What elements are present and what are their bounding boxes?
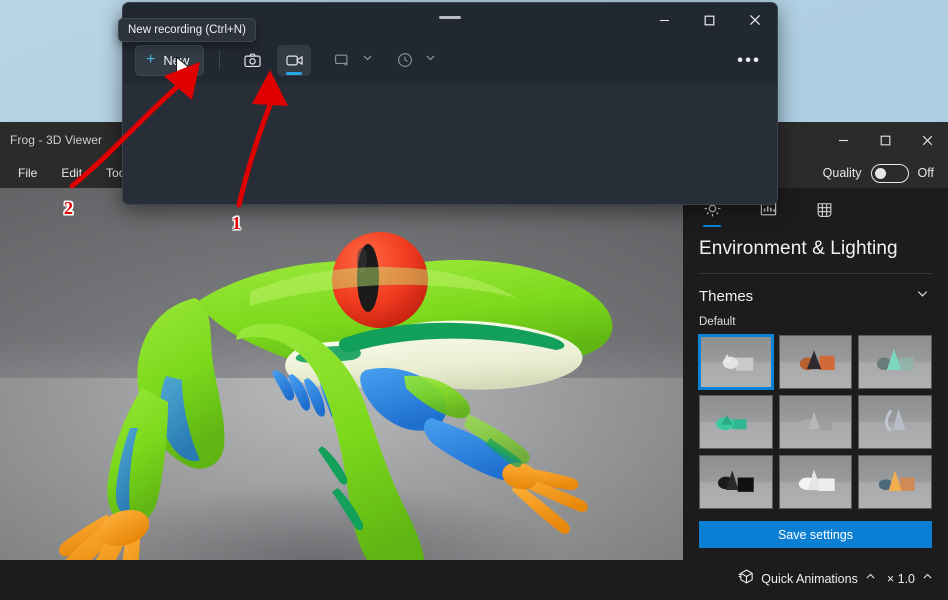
theme-thumb-5[interactable] bbox=[778, 395, 853, 449]
quality-toggle[interactable] bbox=[870, 163, 909, 183]
theme-thumb-8-scene bbox=[779, 456, 852, 508]
theme-thumb-5-scene bbox=[779, 396, 852, 448]
viewer-bottom-bar: Quick Animations × 1.0 bbox=[683, 558, 948, 600]
3d-canvas-bottom-bar bbox=[0, 560, 683, 600]
themes-label: Themes bbox=[699, 287, 754, 305]
frog-model bbox=[52, 232, 613, 600]
see-more-button[interactable]: ••• bbox=[737, 52, 761, 69]
camera-icon bbox=[244, 53, 261, 67]
mouse-cursor bbox=[175, 56, 191, 78]
theme-thumb-4-shapes bbox=[716, 414, 747, 431]
3d-viewer-maximize-button[interactable] bbox=[864, 122, 906, 158]
3d-viewer-body: Environment & Lighting Themes Default Sa… bbox=[0, 188, 948, 600]
theme-thumb-9-scene bbox=[859, 456, 931, 508]
theme-thumb-9-shapes bbox=[879, 470, 915, 491]
theme-thumb-6-scene bbox=[859, 396, 931, 448]
save-settings-button[interactable]: Save settings bbox=[699, 521, 932, 548]
snipping-tool-canvas bbox=[123, 83, 777, 204]
tab-mesh[interactable] bbox=[809, 193, 839, 223]
themes-section-header[interactable]: Themes bbox=[683, 274, 948, 314]
theme-thumb-8-shapes bbox=[798, 469, 835, 491]
delay-chevron-down-icon[interactable] bbox=[424, 51, 437, 69]
plus-icon: + bbox=[146, 51, 156, 68]
theme-thumb-2[interactable] bbox=[778, 335, 853, 389]
screen-root: Frog - 3D Viewer File Edit Tools Quality bbox=[0, 0, 948, 600]
theme-thumb-2-scene bbox=[779, 336, 852, 388]
theme-thumb-1[interactable] bbox=[698, 334, 774, 390]
animation-speed-label: × 1.0 bbox=[886, 572, 915, 586]
shape-chevron-down-icon[interactable] bbox=[361, 51, 374, 69]
quick-animations-chevron-up-icon[interactable] bbox=[864, 570, 877, 588]
animation-speed-control[interactable]: × 1.0 bbox=[887, 570, 934, 588]
animation-speed-chevron-up-icon[interactable] bbox=[921, 570, 934, 588]
3d-viewer-title: Frog - 3D Viewer bbox=[10, 133, 103, 147]
snip-shape-selector[interactable] bbox=[325, 45, 374, 76]
snip-maximize-button[interactable] bbox=[687, 3, 732, 37]
snipping-tool-toolbar: + New bbox=[123, 37, 777, 83]
quality-control-group: Quality Off bbox=[823, 158, 948, 188]
quality-label: Quality bbox=[822, 166, 862, 180]
theme-thumb-8[interactable] bbox=[778, 455, 853, 509]
quick-animations-label: Quick Animations bbox=[761, 572, 858, 586]
3d-viewer-close-button[interactable] bbox=[906, 122, 948, 158]
theme-thumb-2-shapes bbox=[799, 350, 835, 371]
themes-group-label: Default bbox=[699, 316, 736, 328]
menu-edit[interactable]: Edit bbox=[51, 162, 92, 184]
grid-mesh-icon bbox=[817, 202, 831, 217]
theme-thumb-6[interactable] bbox=[858, 395, 932, 449]
snip-minimize-button[interactable] bbox=[642, 3, 687, 37]
theme-thumb-3-shapes bbox=[877, 348, 914, 371]
menu-file[interactable]: File bbox=[8, 162, 47, 184]
clock-icon-wrap[interactable] bbox=[388, 45, 422, 76]
theme-thumb-7-shapes bbox=[717, 470, 754, 492]
theme-thumb-4[interactable] bbox=[699, 395, 773, 449]
snip-delay-selector[interactable] bbox=[388, 45, 437, 76]
theme-thumb-3-scene bbox=[859, 336, 931, 388]
properties-panel: Environment & Lighting Themes Default Sa… bbox=[683, 188, 948, 600]
quality-toggle-state: Off bbox=[917, 166, 934, 180]
theme-thumb-6-shapes bbox=[885, 408, 906, 432]
3d-viewer-minimize-button[interactable] bbox=[822, 122, 864, 158]
theme-thumb-7[interactable] bbox=[699, 455, 773, 509]
toolbar-separator bbox=[219, 50, 221, 70]
clock-icon bbox=[398, 53, 413, 67]
theme-thumb-4-scene bbox=[700, 396, 772, 448]
quick-animations-control[interactable]: Quick Animations bbox=[738, 568, 877, 590]
snipping-tool-window-controls bbox=[642, 3, 777, 37]
chevron-down-icon bbox=[915, 286, 930, 306]
properties-heading: Environment & Lighting bbox=[699, 238, 898, 259]
animation-cube-icon bbox=[738, 568, 755, 590]
theme-thumbnail-grid bbox=[683, 334, 948, 509]
snip-mode-record[interactable] bbox=[277, 44, 312, 76]
theme-thumb-3[interactable] bbox=[858, 335, 932, 389]
theme-thumb-9[interactable] bbox=[858, 455, 932, 509]
3d-viewer-window-controls bbox=[822, 122, 948, 158]
snip-mode-screenshot[interactable] bbox=[235, 45, 269, 76]
rectangle-snip-icon bbox=[335, 54, 348, 66]
theme-thumb-1-scene bbox=[701, 337, 771, 387]
snip-close-button[interactable] bbox=[732, 3, 777, 37]
quality-toggle-knob bbox=[874, 167, 886, 179]
theme-thumb-5-shapes bbox=[799, 412, 832, 431]
window-drag-grip[interactable] bbox=[439, 15, 461, 19]
new-button[interactable]: + New bbox=[135, 44, 205, 76]
theme-thumb-7-scene bbox=[700, 456, 772, 508]
video-camera-icon bbox=[286, 55, 303, 65]
theme-thumb-1-shapes bbox=[722, 354, 754, 371]
rectangle-snip-icon-wrap[interactable] bbox=[325, 45, 359, 76]
3d-canvas[interactable] bbox=[0, 188, 683, 600]
new-recording-tooltip: New recording (Ctrl+N) bbox=[118, 18, 256, 42]
